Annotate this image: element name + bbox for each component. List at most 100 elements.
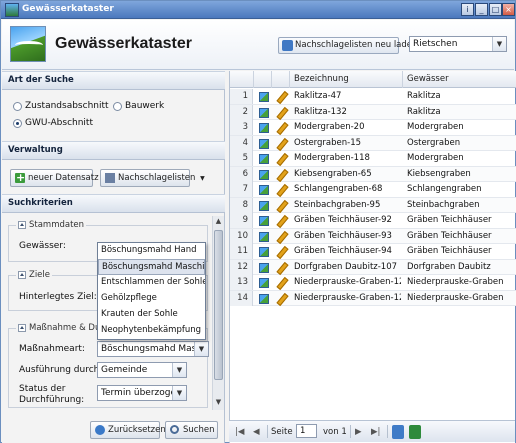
dropdown-option-highlighted[interactable]: Böschungsmahd Maschine [98,259,205,275]
ausfuehrung-select[interactable]: Gemeinde ▼ [97,362,187,378]
lookup-lists-button[interactable]: Nachschlagelisten ▼ [100,169,205,187]
map-icon[interactable] [259,107,269,118]
pencil-icon[interactable] [276,139,286,149]
radio-circle[interactable] [113,101,122,111]
maximize-button[interactable]: □ [489,3,502,16]
pencil-icon[interactable] [276,154,286,164]
map-icon[interactable] [259,138,269,149]
reload-lists-button[interactable]: Nachschlagelisten neu laden [278,37,417,54]
pencil-icon[interactable] [276,108,286,118]
column-header-edit[interactable] [272,71,290,88]
chevron-down-icon[interactable]: ▼ [172,386,186,400]
chevron-down-icon[interactable]: ▼ [194,342,208,356]
pencil-icon[interactable] [276,92,286,102]
prev-page-icon[interactable]: ◀ [253,425,260,439]
table-row[interactable]: 2 Raklitza-132 Raklitza [230,104,516,120]
search-button[interactable]: Suchen [165,421,218,439]
map-icon[interactable] [259,231,269,242]
map-icon[interactable] [259,92,269,102]
map-icon[interactable] [259,123,269,133]
pencil-icon[interactable] [276,123,286,133]
close-button[interactable]: × [502,3,515,16]
table-row[interactable]: 5 Modergraben-118 Modergraben [230,151,516,167]
list-icon [105,173,115,183]
status-select[interactable]: Termin überzogen ▼ [97,385,187,401]
table-row[interactable]: 10 Gräben Teichhäuser-93 Gräben Teichhäuse… [230,228,516,244]
map-icon[interactable] [259,216,269,226]
pencil-icon[interactable] [276,185,286,195]
table-row[interactable]: 13 Niederprauske-Graben-121 Niederprauske-… [230,275,516,291]
dropdown-option[interactable]: Gehölzpflege [98,291,205,307]
radio-circle-selected[interactable] [13,118,22,128]
table-row[interactable]: 7 Schlangengraben-68 Schlangengraben [230,182,516,198]
chevron-down-icon[interactable]: ▼ [492,37,506,51]
page-input[interactable]: 1 [296,424,317,438]
pencil-icon[interactable] [276,263,286,273]
table-row[interactable]: 6 Kiebsengraben-65 Kiebsengraben [230,166,516,182]
column-header-map[interactable] [254,71,272,88]
radio-zustandsabschnitt[interactable]: Zustandsabschnitt [13,101,109,111]
chevron-down-icon[interactable]: ▼ [172,363,186,377]
stammdaten-legend[interactable]: Stammdaten [16,220,87,230]
first-page-icon[interactable]: |◀ [235,425,244,439]
reset-icon [95,425,105,435]
pencil-icon[interactable] [276,294,286,304]
dropdown-option[interactable]: Entschlammen der Sohle [98,275,205,291]
table-row[interactable]: 11 Gräben Teichhäuser-94 Gräben Teichhäuse… [230,244,516,260]
excel-export-icon[interactable] [409,425,421,439]
table-row[interactable]: 9 Gräben Teichhäuser-92 Gräben Teichhäuser [230,213,516,229]
radio-gwu-abschnitt[interactable]: GWU-Abschnitt [13,118,93,128]
column-header-gewaesser[interactable]: Gewässer [403,71,516,88]
new-record-button[interactable]: neuer Datensatz [10,169,99,187]
scroll-down-icon[interactable]: ▼ [213,397,224,408]
title-bar[interactable]: Gewässerkataster i _ □ × [1,1,515,19]
massnahmeart-dropdown-list[interactable]: Böschungsmahd Hand Böschungsmahd Maschin… [97,242,206,340]
info-icon[interactable]: i [461,3,474,16]
pencil-icon[interactable] [276,247,286,257]
massnahmeart-select[interactable]: Böschungsmahd Mas ▼ [97,341,209,357]
next-page-icon[interactable]: ▶ [355,425,362,439]
collapse-icon[interactable] [18,324,26,332]
ziele-legend[interactable]: Ziele [16,270,53,280]
map-icon[interactable] [259,185,269,195]
art-der-suche-header[interactable]: Art der Suche [2,71,225,90]
pencil-icon[interactable] [276,278,286,288]
map-icon[interactable] [259,169,269,180]
radio-bauwerk[interactable]: Bauwerk [113,101,164,111]
pencil-icon[interactable] [276,232,286,242]
map-icon[interactable] [259,262,269,273]
column-header-bezeichnung[interactable]: Bezeichnung [290,71,403,88]
dropdown-option[interactable]: Krauten der Sohle [98,307,205,323]
collapse-icon[interactable] [18,221,26,229]
pencil-icon[interactable] [276,170,286,180]
criteria-scrollbar[interactable]: ▲ ▼ [212,216,224,410]
column-header-rownum[interactable] [230,71,254,88]
radio-circle[interactable] [13,101,22,111]
region-select[interactable]: Rietschen ▼ [409,36,507,52]
verwaltung-header[interactable]: Verwaltung [2,141,225,160]
table-row[interactable]: 14 Niederprauske-Graben-123 Niederprauske-… [230,290,516,306]
last-page-icon[interactable]: ▶| [371,425,380,439]
pencil-icon[interactable] [276,201,286,211]
scroll-up-icon[interactable]: ▲ [213,216,224,227]
table-row[interactable]: 12 Dorfgraben Daubitz-107 Dorfgraben Daubi… [230,259,516,275]
refresh-icon[interactable] [392,425,404,439]
map-icon[interactable] [259,278,269,288]
map-icon[interactable] [259,247,269,257]
table-row[interactable]: 4 Ostergraben-15 Ostergraben [230,135,516,151]
scroll-thumb[interactable] [214,230,223,380]
pencil-icon[interactable] [276,216,286,226]
dropdown-option[interactable]: Böschungsmahd Hand [98,243,205,259]
dropdown-option[interactable]: Neophytenbekämpfung [98,323,205,339]
reset-button[interactable]: Zurücksetzen [90,421,166,439]
map-icon[interactable] [259,293,269,304]
collapse-icon[interactable] [18,271,26,279]
map-icon[interactable] [259,200,269,211]
table-row[interactable]: 3 Modergraben-20 Modergraben [230,120,516,136]
minimize-button[interactable]: _ [475,3,488,16]
suchkriterien-header[interactable]: Suchkriterien [2,194,225,213]
ausfuehrung-label: Ausführung durch: [19,365,103,375]
table-row[interactable]: 8 Steinbachgraben-95 Steinbachgraben [230,197,516,213]
table-row[interactable]: 1 Raklitza-47 Raklitza [230,89,516,105]
map-icon[interactable] [259,154,269,164]
